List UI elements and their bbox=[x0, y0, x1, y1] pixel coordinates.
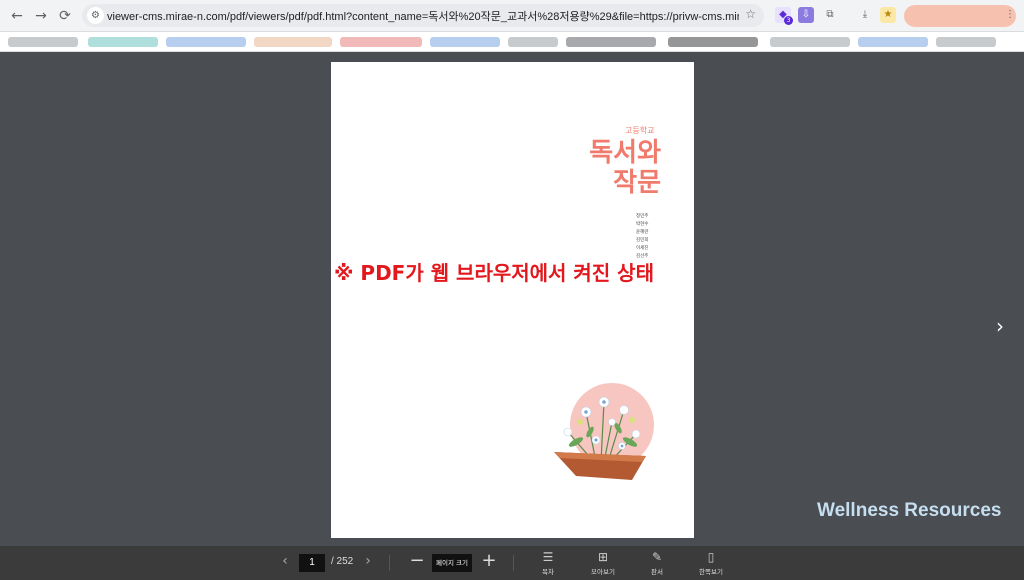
grid-icon: ⊞ bbox=[597, 550, 609, 564]
bookmark-item[interactable] bbox=[166, 37, 246, 47]
site-settings-icon[interactable]: ⚙ bbox=[87, 7, 104, 24]
bookmarks-bar bbox=[0, 32, 1024, 52]
zoom-in-button[interactable]: + bbox=[479, 550, 499, 571]
single-page-icon: ▯ bbox=[707, 550, 715, 564]
author-list: 정민주 박현수 윤혜란 김민희 이세진 김선주 bbox=[636, 213, 666, 261]
extension-badge: 3 bbox=[784, 16, 793, 25]
book-title-line2: 작문 bbox=[613, 168, 661, 198]
prev-page-icon[interactable]: ‹ bbox=[278, 553, 292, 569]
back-button[interactable]: ← bbox=[6, 5, 28, 27]
bookmark-star-icon[interactable]: ☆ bbox=[745, 7, 756, 21]
annotate-button[interactable]: ✎ 판서 bbox=[635, 550, 679, 576]
toc-button[interactable]: ☰ 목차 bbox=[526, 550, 570, 576]
bookmark-item[interactable] bbox=[8, 37, 78, 47]
next-page-chevron-icon[interactable]: › bbox=[990, 314, 1010, 338]
extension-star-icon[interactable]: ★ bbox=[880, 7, 896, 23]
forward-button[interactable]: → bbox=[30, 5, 52, 27]
bookmark-item[interactable] bbox=[254, 37, 332, 47]
address-bar[interactable]: ⚙ viewer-cms.mirae-n.com/pdf/viewers/pdf… bbox=[82, 4, 764, 27]
next-page-icon[interactable]: › bbox=[361, 553, 375, 569]
pdf-page: 고등학교 독서와 작문 정민주 박현수 윤혜란 김민희 이세진 김선주 bbox=[331, 62, 694, 538]
cover-illustration bbox=[554, 383, 654, 480]
extensions-puzzle-icon[interactable]: ⧉ bbox=[822, 7, 838, 23]
bookmark-item[interactable] bbox=[430, 37, 500, 47]
downloads-icon[interactable]: ⤓ bbox=[857, 7, 873, 23]
total-pages: / 252 bbox=[331, 556, 354, 567]
author-name: 박현수 bbox=[636, 222, 649, 227]
watermark-text: Wellness Resources bbox=[817, 500, 1002, 521]
school-level: 고등학교 bbox=[625, 126, 655, 135]
annotate-label: 판서 bbox=[651, 568, 663, 576]
bookmark-item[interactable] bbox=[770, 37, 850, 47]
divider bbox=[513, 555, 514, 571]
toc-label: 목차 bbox=[542, 568, 554, 576]
single-page-label: 한쪽보기 bbox=[699, 568, 723, 576]
author-name: 정민주 bbox=[636, 214, 649, 219]
overlay-notice: ※ PDF가 웹 브라우저에서 켜진 상태 bbox=[334, 261, 654, 285]
browser-toolbar: ← → ⟳ ⚙ viewer-cms.mirae-n.com/pdf/viewe… bbox=[0, 0, 1024, 32]
bookmark-item[interactable] bbox=[340, 37, 422, 47]
bookmark-item[interactable] bbox=[858, 37, 928, 47]
grid-view-button[interactable]: ⊞ 모아보기 bbox=[581, 550, 625, 576]
bookmark-item[interactable] bbox=[668, 37, 758, 47]
grid-view-label: 모아보기 bbox=[591, 568, 615, 576]
pdf-viewer[interactable]: 고등학교 독서와 작문 정민주 박현수 윤혜란 김민희 이세진 김선주 ※ PD… bbox=[0, 52, 1024, 546]
book-title-line1: 독서와 bbox=[589, 138, 661, 168]
author-name: 김민희 bbox=[636, 238, 649, 243]
download-extension-icon[interactable]: ⇩ bbox=[798, 7, 814, 23]
url-text[interactable]: viewer-cms.mirae-n.com/pdf/viewers/pdf/p… bbox=[107, 8, 739, 24]
zoom-select[interactable]: 페이지 크기 bbox=[432, 554, 472, 572]
edit-icon: ✎ bbox=[651, 550, 663, 564]
toc-icon: ☰ bbox=[542, 550, 554, 564]
single-page-button[interactable]: ▯ 한쪽보기 bbox=[689, 550, 733, 576]
menu-kebab-icon[interactable]: ⋮ bbox=[1002, 7, 1018, 23]
author-name: 이세진 bbox=[636, 246, 649, 251]
divider bbox=[389, 555, 390, 571]
page-number-input[interactable]: 1 bbox=[299, 554, 325, 572]
viewer-toolbar: ‹ 1 / 252 › − 페이지 크기 + ☰ 목차 ⊞ 모아보기 ✎ 판서 … bbox=[0, 546, 1024, 580]
bookmark-item[interactable] bbox=[936, 37, 996, 47]
bookmark-item[interactable] bbox=[508, 37, 558, 47]
author-name: 윤혜란 bbox=[636, 230, 649, 235]
profile-chip[interactable] bbox=[904, 5, 1016, 27]
zoom-out-button[interactable]: − bbox=[407, 550, 427, 571]
bookmark-item[interactable] bbox=[566, 37, 656, 47]
reload-button[interactable]: ⟳ bbox=[54, 5, 76, 27]
bookmark-item[interactable] bbox=[88, 37, 158, 47]
